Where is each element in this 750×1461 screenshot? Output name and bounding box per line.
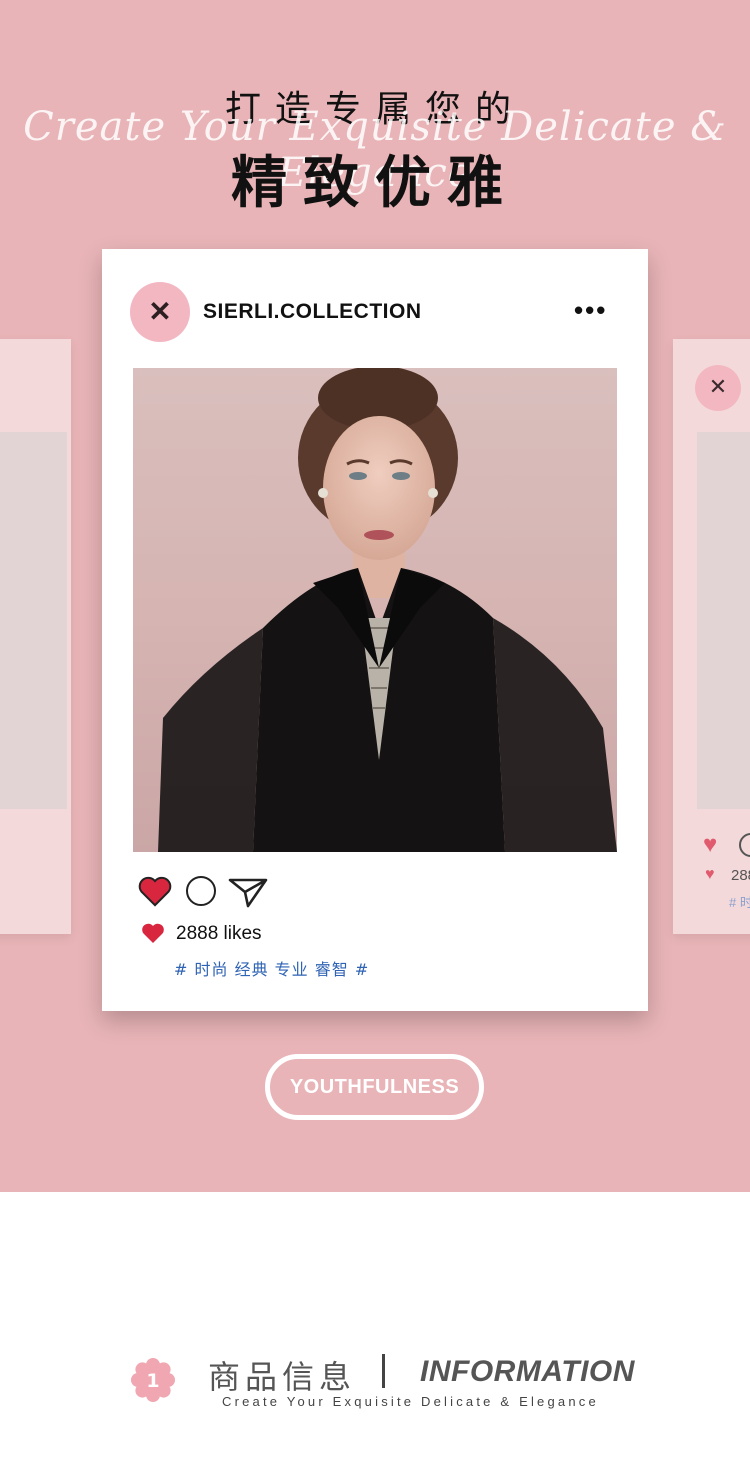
heart-icon bbox=[142, 923, 164, 943]
section-title-en: INFORMATION bbox=[420, 1355, 635, 1388]
brand-avatar-icon[interactable]: ✕ bbox=[130, 282, 190, 342]
comment-icon bbox=[739, 833, 750, 857]
likes-count: 2888 likes bbox=[176, 923, 262, 944]
model-illustration bbox=[158, 368, 617, 852]
comment-icon[interactable] bbox=[186, 876, 216, 906]
section-subtitle: Create Your Exquisite Delicate & Eleganc… bbox=[222, 1394, 599, 1409]
headline-main: 精致优雅 bbox=[231, 151, 519, 216]
post-username[interactable]: SIERLI.COLLECTION bbox=[203, 300, 422, 324]
brand-avatar-icon: ✕ bbox=[695, 365, 741, 411]
flower-number-icon: 1 bbox=[131, 1358, 175, 1402]
heart-icon: ♥ bbox=[705, 866, 715, 883]
side-card-tags: # 时 bbox=[729, 895, 750, 910]
youthfulness-button[interactable]: YOUTHFULNESS bbox=[265, 1054, 484, 1120]
side-card-photo bbox=[697, 432, 750, 809]
post-photo bbox=[133, 368, 617, 852]
post-hashtags[interactable]: # 时尚 经典 专业 睿智 # bbox=[174, 956, 369, 980]
section-title-cn: 商品信息 bbox=[208, 1358, 357, 1396]
side-card-right[interactable]: ✕ ♥ ♥ 288 # 时 bbox=[673, 339, 750, 934]
hero-section: 打造专属您的 Create Your Exquisite Delicate & … bbox=[0, 0, 750, 1192]
share-send-icon[interactable] bbox=[228, 877, 268, 909]
side-card-likes: 288 bbox=[731, 867, 750, 884]
post-card: ✕ SIERLI.COLLECTION ••• 2888 likes # 时尚 … bbox=[102, 249, 648, 1011]
side-card-left[interactable] bbox=[0, 339, 71, 934]
section-number: 1 bbox=[146, 1370, 159, 1392]
section-divider bbox=[382, 1354, 385, 1388]
more-options-icon[interactable]: ••• bbox=[574, 297, 607, 323]
like-heart-icon[interactable] bbox=[138, 875, 172, 907]
heart-icon: ♥ bbox=[703, 831, 718, 858]
side-card-photo bbox=[0, 432, 67, 809]
